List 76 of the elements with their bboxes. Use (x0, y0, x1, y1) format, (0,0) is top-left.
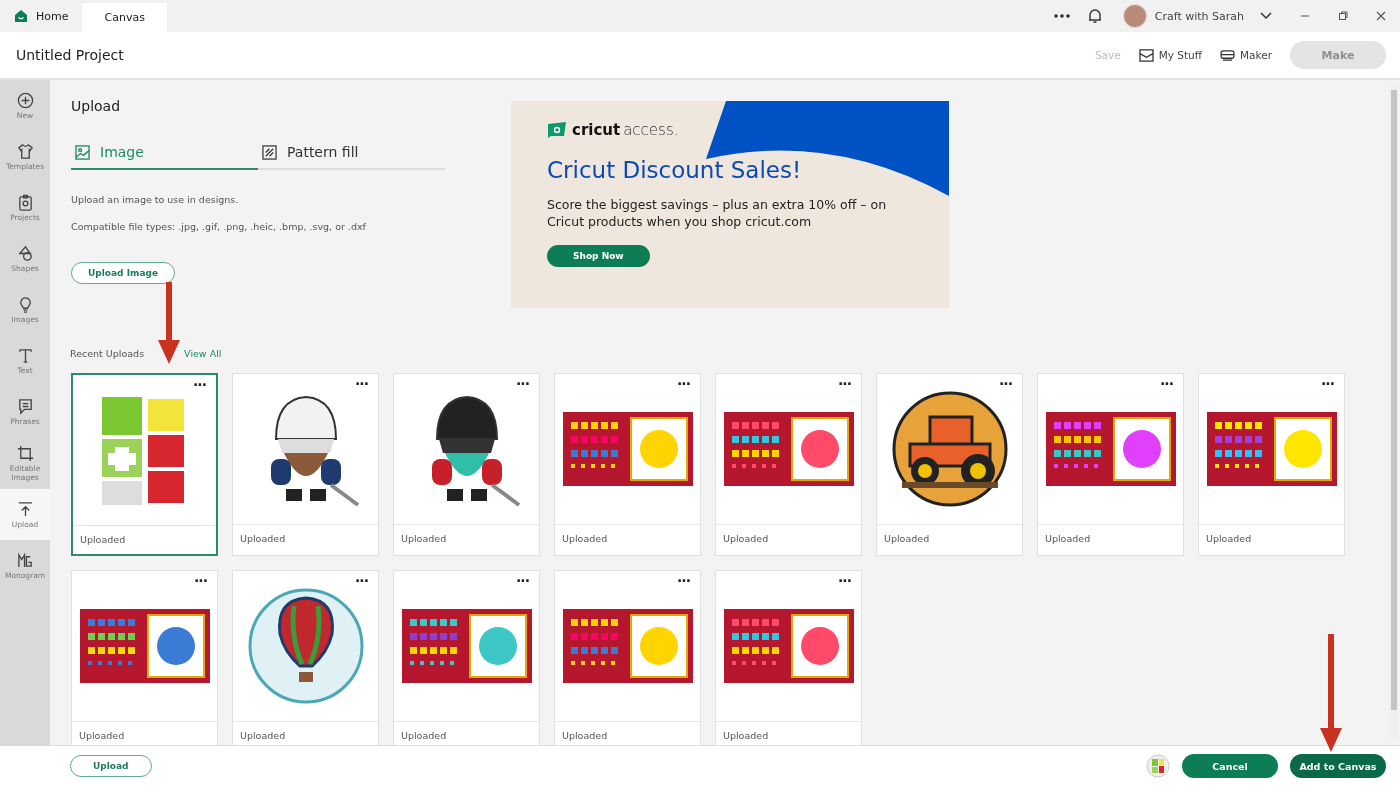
restore-icon[interactable] (1338, 11, 1348, 21)
upload-card[interactable]: ··· Uploaded (715, 373, 862, 556)
banner-headline: Cricut Discount Sales! (547, 157, 803, 183)
header-action[interactable]: Maker (1216, 49, 1276, 61)
shop-now-button[interactable]: Shop Now (547, 244, 650, 267)
more-icon[interactable] (1052, 13, 1071, 19)
image-icon (75, 144, 90, 160)
app-tab[interactable]: Canvas (82, 3, 167, 32)
upload-card[interactable]: ··· Uploaded (232, 570, 379, 745)
upload-card[interactable]: ··· Uploaded (1198, 373, 1345, 556)
machine-icon (1220, 49, 1235, 61)
app-tab[interactable]: Home (8, 0, 83, 32)
more-menu[interactable]: ··· (1321, 376, 1334, 392)
header-action[interactable]: My Stuff (1134, 48, 1206, 62)
upload-card[interactable]: ··· Uploaded (71, 570, 218, 745)
more-menu[interactable]: ··· (838, 573, 851, 589)
card-label: Uploaded (716, 524, 861, 555)
more-menu[interactable]: ··· (677, 376, 690, 392)
clipboard-icon (16, 194, 34, 212)
card-label: Uploaded (877, 524, 1022, 555)
shirt-icon (16, 143, 34, 161)
panel-title: Upload (71, 98, 122, 114)
upload-button[interactable]: Upload (70, 755, 152, 777)
avatar[interactable] (1122, 4, 1147, 28)
cancel-button[interactable]: Cancel (1182, 754, 1278, 778)
project-title: Untitled Project (16, 47, 124, 63)
upload-card[interactable]: ··· Uploaded (876, 373, 1023, 556)
more-menu[interactable]: ··· (516, 376, 529, 392)
view-all-link[interactable]: View All (184, 348, 222, 359)
more-menu[interactable]: ··· (355, 376, 368, 392)
close-icon[interactable] (1376, 11, 1386, 21)
upload-card[interactable]: ··· Uploaded (232, 373, 379, 556)
upload-image-button[interactable]: Upload Image (71, 262, 175, 284)
upload-description: Upload an image to use in designs. (71, 194, 240, 205)
crop-icon (16, 445, 34, 462)
upload-card[interactable]: ··· Uploaded (393, 373, 540, 556)
upload-tab[interactable]: Image (71, 136, 258, 170)
upload-tab[interactable]: Pattern fill (258, 136, 445, 170)
card-label: Uploaded (233, 524, 378, 555)
mail-icon (1138, 48, 1154, 62)
monogram-icon (16, 552, 34, 570)
upload-card[interactable]: ··· Uploaded (393, 570, 540, 745)
banner-text: Score the biggest savings – plus an extra 10% off – on Cricut products when you shop cricut.com (547, 197, 888, 231)
more-menu[interactable]: ··· (999, 376, 1012, 392)
more-menu[interactable]: ··· (355, 573, 368, 589)
hatched-square-icon (262, 144, 277, 160)
shapes-icon (16, 245, 34, 263)
card-label: Uploaded (73, 525, 216, 554)
more-menu[interactable]: ··· (1160, 376, 1173, 392)
more-menu[interactable]: ··· (193, 377, 206, 393)
bell-icon[interactable] (1086, 8, 1103, 24)
speech-bubble-icon (16, 398, 34, 416)
more-menu[interactable]: ··· (838, 376, 851, 392)
upload-card[interactable]: ··· Uploaded (554, 570, 701, 745)
upload-card[interactable]: ··· Uploaded (71, 373, 218, 556)
home-icon (14, 9, 28, 23)
card-label: Uploaded (394, 524, 539, 555)
add-to-canvas-button[interactable]: Add to Canvas (1290, 754, 1386, 778)
chevron-down-icon[interactable] (1260, 12, 1272, 20)
upload-card[interactable]: ··· Uploaded (554, 373, 701, 556)
selection-preview-icon (1146, 754, 1170, 778)
more-menu[interactable]: ··· (677, 573, 690, 589)
upload-card[interactable]: ··· Uploaded (715, 570, 862, 745)
section-label: Recent Uploads (70, 348, 145, 359)
upload-card[interactable]: ··· Uploaded (1037, 373, 1184, 556)
file-types-text: Compatible file types: .jpg, .gif, .png, .heic, .bmp, .svg, or .dxf (71, 221, 367, 232)
card-label: Uploaded (1038, 524, 1183, 555)
account-name[interactable]: Craft with Sarah (1154, 9, 1244, 23)
upload-icon (16, 501, 34, 519)
card-label: Uploaded (555, 524, 700, 555)
text-icon (16, 347, 34, 365)
more-menu[interactable]: ··· (194, 573, 207, 589)
card-label: Uploaded (1199, 524, 1344, 555)
new-icon (16, 92, 34, 110)
more-menu[interactable]: ··· (516, 573, 529, 589)
brand-logo: cricut access. (547, 121, 913, 139)
